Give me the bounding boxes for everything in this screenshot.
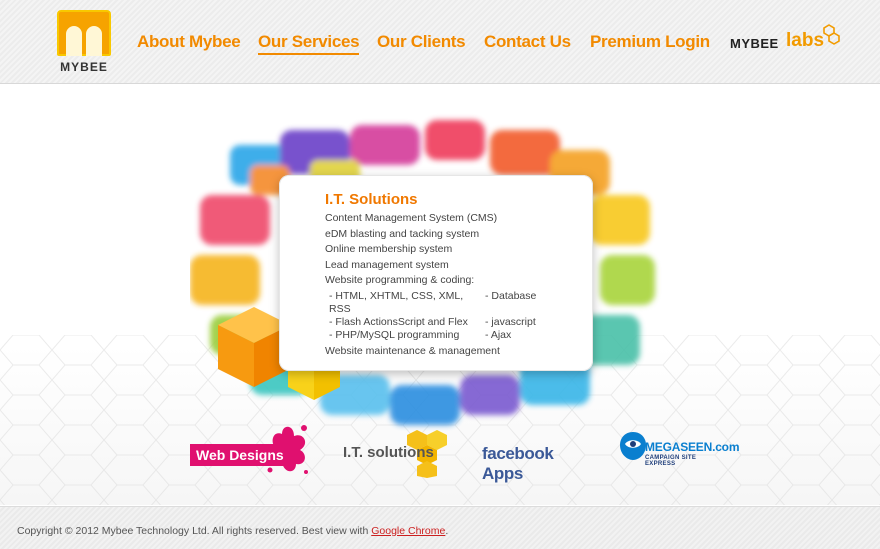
tech-left: - PHP/MySQL programming (329, 328, 460, 341)
copyright-label: Copyright © 2012 Mybee Technology Ltd. A… (17, 525, 369, 537)
megaseen-tagline: CAMPAIGN SITE EXPRESS (645, 455, 697, 467)
tech-right: - Database (485, 289, 537, 302)
google-chrome-link[interactable]: Google Chrome (371, 525, 445, 537)
labs-word-mybee: MYBEE (730, 36, 779, 51)
mybee-labs-link[interactable]: MYBEE labs (730, 24, 840, 56)
nav-our-services[interactable]: Our Services (258, 32, 360, 55)
service-item: Lead management system (325, 258, 449, 271)
service-item: Online membership system (325, 243, 453, 255)
service-item: Website programming & coding: (325, 274, 475, 286)
tech-right: - javascript (485, 315, 536, 328)
facebook-apps-link[interactable]: facebook Apps (482, 416, 597, 486)
site-footer: Copyright © 2012 Mybee Technology Ltd. A… (0, 506, 880, 549)
it-solutions-link[interactable]: I.T. solutions (343, 416, 453, 486)
service-links: Web Designs I.T. solutions facebook Apps… (0, 416, 880, 488)
logo-text: MYBEE (60, 60, 108, 74)
tech-row: - PHP/MySQL programming - Ajax (325, 329, 536, 342)
tech-row: - Flash ActionsScript and Flex - javascr… (325, 316, 536, 329)
it-solutions-card: I.T. Solutions Content Management System… (279, 175, 593, 371)
tech-left: - Flash ActionsScript and Flex (329, 315, 468, 328)
nav-about-mybee[interactable]: About Mybee (137, 32, 241, 52)
it-solutions-label: I.T. solutions (343, 444, 434, 461)
tech-row: - HTML, XHTML, CSS, XML, RSS - Database (325, 290, 536, 316)
copyright-text: Copyright © 2012 Mybee Technology Ltd. A… (17, 525, 448, 537)
service-item: eDM blasting and tacking system (325, 227, 480, 240)
copyright-tail: . (445, 525, 449, 537)
services-list: Content Management System (CMS) eDM blas… (325, 211, 536, 359)
mybee-logo-icon (57, 10, 111, 56)
megaseen-logo-icon (620, 432, 646, 460)
nav-premium-login[interactable]: Premium Login (590, 32, 710, 52)
mybee-logo[interactable]: MYBEE (54, 10, 114, 74)
nav-contact-us[interactable]: Contact Us (484, 32, 571, 52)
megaseen-label: MEGASEEN.com (645, 440, 740, 454)
card-title: I.T. Solutions (325, 191, 418, 208)
web-designs-link[interactable]: Web Designs (190, 416, 315, 486)
service-item: Website maintenance & management (325, 344, 500, 357)
nav-our-clients[interactable]: Our Clients (377, 32, 466, 52)
tech-left: - HTML, XHTML, CSS, XML, RSS (329, 289, 464, 315)
site-header: MYBEE About Mybee Our Services Our Clien… (0, 0, 880, 84)
tech-right: - Ajax (485, 328, 512, 341)
megaseen-link[interactable]: MEGASEEN.com CAMPAIGN SITE EXPRESS (619, 416, 739, 486)
honeycomb-icon (823, 24, 840, 45)
web-designs-label: Web Designs (190, 444, 290, 466)
facebook-apps-label: facebook Apps (482, 444, 554, 483)
service-item: Content Management System (CMS) (325, 212, 498, 224)
